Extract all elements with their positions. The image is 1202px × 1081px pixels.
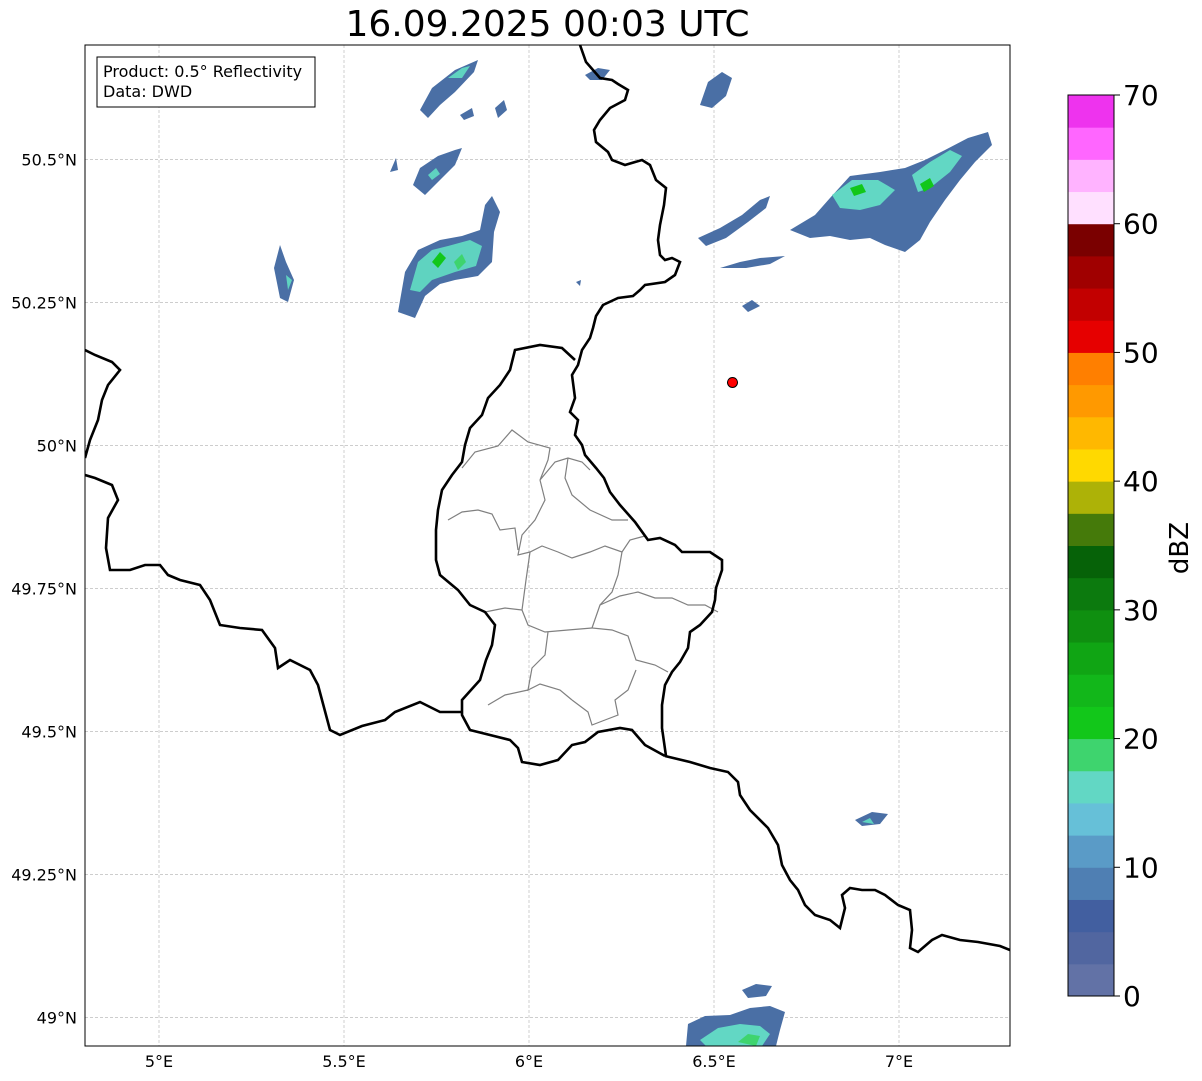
colorbar-segment	[1068, 95, 1114, 128]
lat-tick-label: 49.75°N	[11, 579, 77, 598]
colorbar-segment	[1068, 642, 1114, 675]
colorbar-segment	[1068, 545, 1114, 579]
district-boundary	[461, 429, 591, 481]
lon-tick-label: 6°E	[515, 1052, 543, 1071]
echo-cell	[576, 280, 581, 286]
colorbar-segment	[1068, 320, 1114, 353]
district-boundary	[487, 689, 529, 706]
echo-cell	[698, 196, 770, 246]
longitude-labels: 5°E 5.5°E 6°E 6.5°E 7°E	[145, 1052, 913, 1071]
colorbar-label: dBZ	[1165, 522, 1195, 574]
colorbar-tick-label: 10	[1123, 851, 1159, 884]
info-box-product: Product: 0.5° Reflectivity	[103, 62, 302, 81]
district-boundary	[591, 551, 669, 673]
colorbar-segment	[1068, 609, 1114, 643]
colorbar-tick-label: 40	[1123, 465, 1159, 498]
echo-cell	[495, 100, 507, 118]
echo-cell	[855, 812, 888, 826]
colorbar-segment	[1068, 963, 1114, 997]
radar-map-figure: 16.09.2025 00:03 UTC 5°E 5.5°E 6°E 6.5°E…	[0, 0, 1202, 1081]
lat-tick-label: 50.5°N	[21, 150, 77, 169]
colorbar-segment	[1068, 674, 1114, 707]
colorbar-segment	[1068, 899, 1114, 933]
lat-tick-label: 49°N	[37, 1008, 77, 1027]
lat-tick-label: 49.5°N	[21, 722, 77, 741]
colorbar-segment	[1068, 802, 1114, 836]
echo-cell	[274, 245, 294, 302]
colorbar-segment	[1068, 867, 1114, 900]
colorbar	[1067, 94, 1115, 997]
colorbar-tick-label: 0	[1123, 980, 1141, 1013]
district-boundaries	[447, 429, 719, 726]
colorbar-segment	[1068, 416, 1114, 450]
location-marker	[727, 376, 738, 388]
echo-cell	[420, 60, 478, 118]
district-boundary	[447, 509, 519, 551]
border-luxembourg-north	[434, 343, 666, 767]
radar-map-svg: 5°E 5.5°E 6°E 6.5°E 7°E 50.5°N 50.25°N 50°N 49.…	[11, 44, 1195, 1071]
colorbar-segment	[1068, 706, 1114, 740]
colorbar-tick-label: 20	[1123, 723, 1159, 756]
info-box: Product: 0.5° Reflectivity Data: DWD	[96, 56, 316, 108]
echo-cell	[460, 108, 474, 120]
colorbar-segment	[1068, 352, 1114, 386]
echo-cell	[742, 300, 760, 312]
lon-tick-label: 5°E	[145, 1052, 173, 1071]
radar-echoes	[274, 60, 992, 1046]
border-germany-west	[568, 45, 724, 757]
colorbar-segment	[1068, 288, 1114, 321]
echo-cell	[390, 158, 398, 172]
colorbar-segment	[1068, 931, 1114, 965]
colorbar-segment	[1068, 835, 1114, 868]
colorbar-tick-label: 30	[1123, 594, 1159, 627]
lat-tick-label: 49.25°N	[11, 865, 77, 884]
colorbar-segment	[1068, 384, 1114, 418]
border-germany-france	[664, 754, 1010, 954]
colorbar-ticks: 0 10 20 30 40 50 60 70	[1114, 79, 1159, 1013]
lon-tick-label: 5.5°E	[322, 1052, 366, 1071]
colorbar-segment	[1068, 481, 1114, 514]
info-box-source: Data: DWD	[103, 82, 192, 101]
border-belgium-france	[85, 473, 462, 737]
colorbar-segment	[1068, 770, 1114, 804]
border-belgium-north	[85, 348, 122, 459]
district-boundary	[571, 669, 637, 726]
lon-tick-label: 6.5°E	[692, 1052, 736, 1071]
colorbar-segment	[1068, 448, 1114, 482]
lat-tick-label: 50°N	[37, 436, 77, 455]
colorbar-tick-label: 50	[1123, 336, 1159, 369]
echo-cell	[742, 984, 772, 998]
district-boundary	[521, 551, 593, 633]
colorbar-segment	[1068, 738, 1114, 772]
colorbar-tick-label: 70	[1123, 79, 1159, 112]
colorbar-segment	[1068, 513, 1114, 546]
district-boundary	[517, 479, 646, 559]
colorbar-segment	[1068, 127, 1114, 160]
colorbar-segment	[1068, 577, 1114, 611]
echo-cell	[700, 72, 732, 108]
district-boundary	[599, 591, 719, 613]
colorbar-tick-label: 60	[1123, 208, 1159, 241]
district-boundary	[527, 631, 573, 701]
district-boundary	[484, 607, 523, 613]
colorbar-segment	[1068, 255, 1114, 289]
colorbar-segment	[1068, 159, 1114, 193]
echo-cell	[720, 256, 785, 268]
colorbar-segment	[1068, 223, 1114, 257]
lon-tick-label: 7°E	[885, 1052, 913, 1071]
echo-cell	[410, 240, 482, 292]
latitude-labels: 50.5°N 50.25°N 50°N 49.75°N 49.5°N 49.25°N 49°…	[11, 150, 77, 1027]
lat-tick-label: 50.25°N	[11, 293, 77, 312]
colorbar-segment	[1068, 191, 1114, 225]
